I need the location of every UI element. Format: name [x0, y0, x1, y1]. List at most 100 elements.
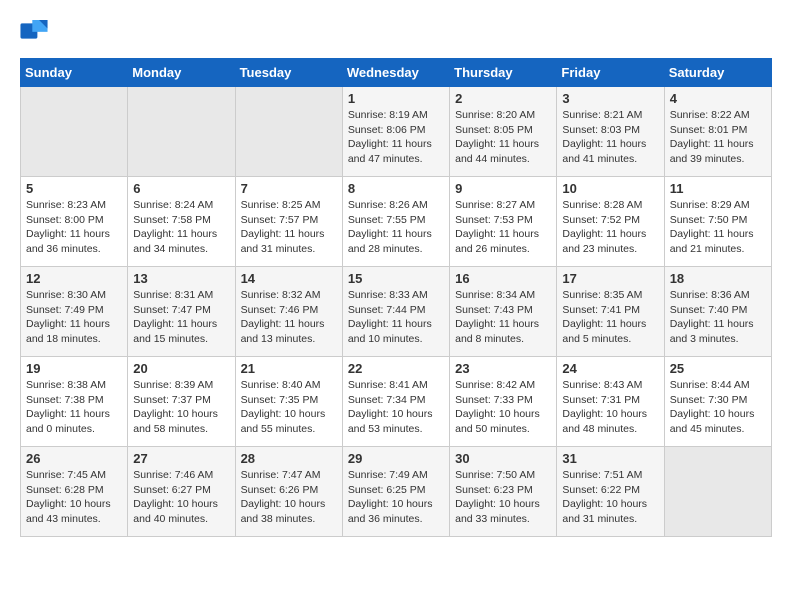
calendar-week-row: 19 Sunrise: 8:38 AM Sunset: 7:38 PM Dayli…	[21, 357, 772, 447]
day-info: Sunrise: 8:43 AM Sunset: 7:31 PM Dayligh…	[562, 378, 658, 437]
day-info: Sunrise: 8:23 AM Sunset: 8:00 PM Dayligh…	[26, 198, 122, 257]
logo	[20, 20, 52, 42]
calendar-cell: 14 Sunrise: 8:32 AM Sunset: 7:46 PM Dayli…	[235, 267, 342, 357]
day-info: Sunrise: 7:51 AM Sunset: 6:22 PM Dayligh…	[562, 468, 658, 527]
day-number: 28	[241, 451, 337, 466]
day-info: Sunrise: 8:22 AM Sunset: 8:01 PM Dayligh…	[670, 108, 766, 167]
logo-icon	[20, 20, 48, 42]
day-number: 5	[26, 181, 122, 196]
calendar-header-row: SundayMondayTuesdayWednesdayThursdayFrid…	[21, 59, 772, 87]
calendar-cell	[235, 87, 342, 177]
calendar-cell: 1 Sunrise: 8:19 AM Sunset: 8:06 PM Daylig…	[342, 87, 449, 177]
calendar-cell: 15 Sunrise: 8:33 AM Sunset: 7:44 PM Dayli…	[342, 267, 449, 357]
calendar-cell: 10 Sunrise: 8:28 AM Sunset: 7:52 PM Dayli…	[557, 177, 664, 267]
day-header-sunday: Sunday	[21, 59, 128, 87]
day-info: Sunrise: 7:50 AM Sunset: 6:23 PM Dayligh…	[455, 468, 551, 527]
day-info: Sunrise: 8:21 AM Sunset: 8:03 PM Dayligh…	[562, 108, 658, 167]
day-info: Sunrise: 8:41 AM Sunset: 7:34 PM Dayligh…	[348, 378, 444, 437]
calendar-cell	[21, 87, 128, 177]
calendar-cell: 23 Sunrise: 8:42 AM Sunset: 7:33 PM Dayli…	[450, 357, 557, 447]
day-number: 31	[562, 451, 658, 466]
day-header-saturday: Saturday	[664, 59, 771, 87]
day-info: Sunrise: 8:42 AM Sunset: 7:33 PM Dayligh…	[455, 378, 551, 437]
day-info: Sunrise: 8:38 AM Sunset: 7:38 PM Dayligh…	[26, 378, 122, 437]
calendar-cell: 13Sunrise: 8:31 AM Sunset: 7:47 PM Dayli…	[128, 267, 235, 357]
calendar-cell: 5 Sunrise: 8:23 AM Sunset: 8:00 PM Daylig…	[21, 177, 128, 267]
day-info: Sunrise: 8:19 AM Sunset: 8:06 PM Dayligh…	[348, 108, 444, 167]
calendar-cell: 8Sunrise: 8:26 AM Sunset: 7:55 PM Daylig…	[342, 177, 449, 267]
calendar-cell: 3Sunrise: 8:21 AM Sunset: 8:03 PM Daylig…	[557, 87, 664, 177]
day-info: Sunrise: 8:29 AM Sunset: 7:50 PM Dayligh…	[670, 198, 766, 257]
day-info: Sunrise: 8:24 AM Sunset: 7:58 PM Dayligh…	[133, 198, 229, 257]
day-number: 27	[133, 451, 229, 466]
calendar-cell: 9Sunrise: 8:27 AM Sunset: 7:53 PM Daylig…	[450, 177, 557, 267]
calendar-cell	[664, 447, 771, 537]
calendar-cell: 30 Sunrise: 7:50 AM Sunset: 6:23 PM Dayli…	[450, 447, 557, 537]
calendar-cell: 17 Sunrise: 8:35 AM Sunset: 7:41 PM Dayli…	[557, 267, 664, 357]
day-number: 6	[133, 181, 229, 196]
day-info: Sunrise: 8:26 AM Sunset: 7:55 PM Dayligh…	[348, 198, 444, 257]
day-number: 9	[455, 181, 551, 196]
day-info: Sunrise: 8:35 AM Sunset: 7:41 PM Dayligh…	[562, 288, 658, 347]
calendar-cell: 26 Sunrise: 7:45 AM Sunset: 6:28 PM Dayli…	[21, 447, 128, 537]
day-number: 30	[455, 451, 551, 466]
day-number: 4	[670, 91, 766, 106]
calendar-cell: 19 Sunrise: 8:38 AM Sunset: 7:38 PM Dayli…	[21, 357, 128, 447]
day-header-monday: Monday	[128, 59, 235, 87]
day-number: 1	[348, 91, 444, 106]
calendar-cell: 25 Sunrise: 8:44 AM Sunset: 7:30 PM Dayli…	[664, 357, 771, 447]
calendar-cell: 24 Sunrise: 8:43 AM Sunset: 7:31 PM Dayli…	[557, 357, 664, 447]
day-info: Sunrise: 8:40 AM Sunset: 7:35 PM Dayligh…	[241, 378, 337, 437]
calendar-cell: 11 Sunrise: 8:29 AM Sunset: 7:50 PM Dayli…	[664, 177, 771, 267]
day-header-friday: Friday	[557, 59, 664, 87]
day-number: 21	[241, 361, 337, 376]
day-number: 17	[562, 271, 658, 286]
day-header-wednesday: Wednesday	[342, 59, 449, 87]
day-info: Sunrise: 7:47 AM Sunset: 6:26 PM Dayligh…	[241, 468, 337, 527]
calendar-cell: 16Sunrise: 8:34 AM Sunset: 7:43 PM Dayli…	[450, 267, 557, 357]
calendar-cell: 29 Sunrise: 7:49 AM Sunset: 6:25 PM Dayli…	[342, 447, 449, 537]
day-number: 20	[133, 361, 229, 376]
day-info: Sunrise: 7:45 AM Sunset: 6:28 PM Dayligh…	[26, 468, 122, 527]
day-info: Sunrise: 8:44 AM Sunset: 7:30 PM Dayligh…	[670, 378, 766, 437]
day-number: 23	[455, 361, 551, 376]
day-info: Sunrise: 8:39 AM Sunset: 7:37 PM Dayligh…	[133, 378, 229, 437]
day-header-thursday: Thursday	[450, 59, 557, 87]
day-number: 26	[26, 451, 122, 466]
calendar-week-row: 5 Sunrise: 8:23 AM Sunset: 8:00 PM Daylig…	[21, 177, 772, 267]
page-header	[20, 20, 772, 42]
day-number: 25	[670, 361, 766, 376]
day-info: Sunrise: 8:33 AM Sunset: 7:44 PM Dayligh…	[348, 288, 444, 347]
day-number: 10	[562, 181, 658, 196]
day-info: Sunrise: 8:20 AM Sunset: 8:05 PM Dayligh…	[455, 108, 551, 167]
calendar-week-row: 26 Sunrise: 7:45 AM Sunset: 6:28 PM Dayli…	[21, 447, 772, 537]
day-info: Sunrise: 8:28 AM Sunset: 7:52 PM Dayligh…	[562, 198, 658, 257]
calendar-week-row: 12 Sunrise: 8:30 AM Sunset: 7:49 PM Dayli…	[21, 267, 772, 357]
day-info: Sunrise: 8:32 AM Sunset: 7:46 PM Dayligh…	[241, 288, 337, 347]
day-number: 7	[241, 181, 337, 196]
calendar-cell: 18Sunrise: 8:36 AM Sunset: 7:40 PM Dayli…	[664, 267, 771, 357]
calendar-cell: 31 Sunrise: 7:51 AM Sunset: 6:22 PM Dayli…	[557, 447, 664, 537]
day-number: 15	[348, 271, 444, 286]
day-info: Sunrise: 7:49 AM Sunset: 6:25 PM Dayligh…	[348, 468, 444, 527]
day-info: Sunrise: 7:46 AM Sunset: 6:27 PM Dayligh…	[133, 468, 229, 527]
day-number: 14	[241, 271, 337, 286]
day-info: Sunrise: 8:30 AM Sunset: 7:49 PM Dayligh…	[26, 288, 122, 347]
calendar-cell: 22 Sunrise: 8:41 AM Sunset: 7:34 PM Dayli…	[342, 357, 449, 447]
calendar-cell: 12 Sunrise: 8:30 AM Sunset: 7:49 PM Dayli…	[21, 267, 128, 357]
day-number: 2	[455, 91, 551, 106]
day-number: 22	[348, 361, 444, 376]
day-header-tuesday: Tuesday	[235, 59, 342, 87]
calendar-cell: 21 Sunrise: 8:40 AM Sunset: 7:35 PM Dayli…	[235, 357, 342, 447]
calendar-cell: 6 Sunrise: 8:24 AM Sunset: 7:58 PM Daylig…	[128, 177, 235, 267]
calendar-cell: 20 Sunrise: 8:39 AM Sunset: 7:37 PM Dayli…	[128, 357, 235, 447]
calendar-cell: 27 Sunrise: 7:46 AM Sunset: 6:27 PM Dayli…	[128, 447, 235, 537]
day-number: 24	[562, 361, 658, 376]
calendar-cell: 4 Sunrise: 8:22 AM Sunset: 8:01 PM Daylig…	[664, 87, 771, 177]
day-number: 29	[348, 451, 444, 466]
day-number: 19	[26, 361, 122, 376]
day-number: 11	[670, 181, 766, 196]
day-number: 18	[670, 271, 766, 286]
calendar-cell: 28 Sunrise: 7:47 AM Sunset: 6:26 PM Dayli…	[235, 447, 342, 537]
day-number: 12	[26, 271, 122, 286]
